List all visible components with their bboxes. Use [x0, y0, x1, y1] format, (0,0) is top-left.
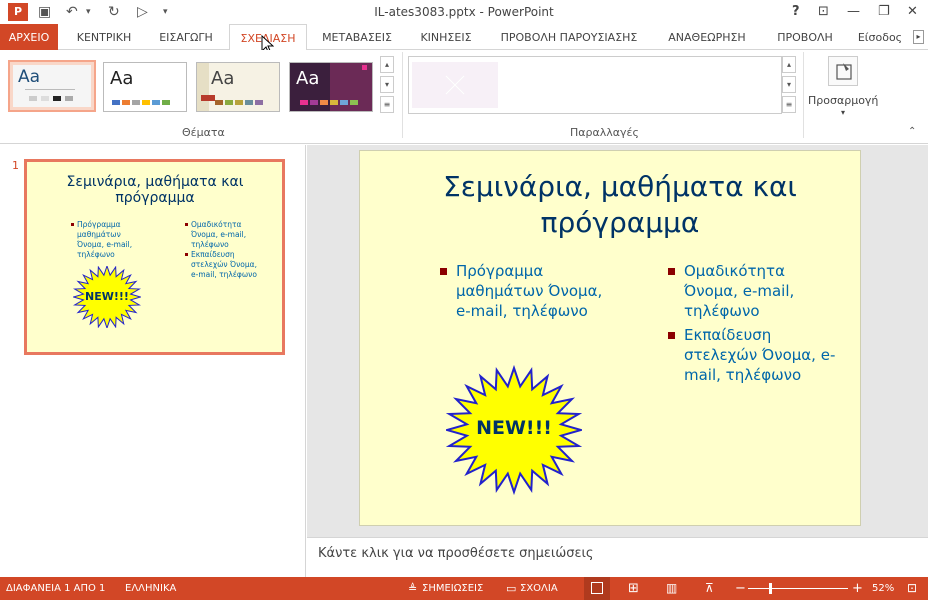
comments-button[interactable]: ΣΧΟΛΙΑ [520, 577, 558, 600]
normal-view-button[interactable] [584, 577, 610, 600]
themes-scroll-up-icon[interactable]: ▴ [380, 56, 394, 73]
right-bullet-list[interactable]: Ομαδικότητα Όνομα, e-mail, τηλέφωνο Εκπα… [668, 261, 838, 385]
zoom-slider-thumb[interactable] [769, 583, 772, 594]
starburst[interactable]: NEW!!! [443, 364, 585, 496]
design-ribbon: Aa Aa Aa Aa ▴ ▾ ≡ Θέματα ▴ ▾ ≡ Παραλλαγέ… [0, 50, 928, 144]
customize-button[interactable]: Προσαρμογή ▾ [808, 54, 878, 118]
thumb-starburst-text: NEW!!! [85, 290, 129, 303]
tab-file[interactable]: ΑΡΧΕΙΟ [0, 24, 58, 50]
starburst-text: NEW!!! [476, 417, 552, 439]
slide-thumbnails-pane: 1 Σεμινάρια, μαθήματα και πρόγραμμα Πρόγ… [0, 145, 306, 577]
bullet-item: Πρόγραμμα μαθημάτων Όνομα, e-mail, τηλέφ… [440, 261, 610, 321]
slide-thumbnail-1[interactable]: Σεμινάρια, μαθήματα και πρόγραμμα Πρόγρα… [24, 159, 285, 355]
bullet-marker-icon [185, 223, 188, 226]
window-title: IL-ates3083.pptx - PowerPoint [374, 5, 554, 19]
theme-thumbnail-office[interactable]: Aa [8, 60, 96, 112]
tab-home[interactable]: ΚΕΝΤΡΙΚΗ [66, 24, 142, 50]
bullet-item: Εκπαίδευση στελεχών Όνομα, e-mail, τηλέφ… [668, 325, 838, 385]
notes-icon[interactable]: ≜ [408, 577, 417, 600]
zoom-slider-track[interactable] [748, 588, 848, 589]
theme-thumbnail-3[interactable]: Aa [196, 62, 280, 112]
ribbon-display-options-icon[interactable]: ⊡ [818, 2, 829, 22]
fit-to-window-icon[interactable]: ⊡ [907, 577, 917, 600]
tab-transitions[interactable]: ΜΕΤΑΒΑΣΕΙΣ [314, 24, 400, 50]
themes-more-icon[interactable]: ≡ [380, 96, 394, 113]
status-bar: ΔΙΑΦΑΝΕΙΑ 1 ΑΠΟ 1 ΕΛΛΗΝΙΚΑ ≜ ΣΗΜΕΙΩΣΕΙΣ … [0, 577, 928, 600]
bullet-marker-icon [185, 253, 188, 256]
slideshow-view-icon[interactable]: ⊼ [705, 577, 714, 600]
slide-number: 1 [12, 159, 19, 172]
customize-icon [828, 56, 858, 86]
group-divider [402, 52, 403, 138]
variants-scroll-down-icon[interactable]: ▾ [782, 76, 796, 93]
normal-view-icon [591, 582, 603, 594]
thumb-bullet-item: Πρόγραμμα μαθημάτων Όνομα, e-mail, τηλέφ… [71, 220, 143, 260]
minimize-icon[interactable]: — [847, 2, 860, 22]
bullet-marker-icon [440, 268, 447, 275]
left-bullet-list[interactable]: Πρόγραμμα μαθημάτων Όνομα, e-mail, τηλέφ… [440, 261, 610, 321]
thumb-bullet-item: Ομαδικότητα Όνομα, e-mail, τηλέφωνο [185, 220, 265, 250]
restore-icon[interactable]: ❐ [878, 2, 890, 22]
reading-view-icon[interactable]: ▥ [666, 577, 677, 600]
variant-thumbnail-blank[interactable] [412, 62, 498, 108]
themes-group-label: Θέματα [182, 126, 225, 139]
slide-title[interactable]: Σεμινάρια, μαθήματα και πρόγραμμα [420, 169, 820, 241]
current-slide[interactable]: Σεμινάρια, μαθήματα και πρόγραμμα Πρόγρα… [359, 150, 861, 526]
bullet-marker-icon [668, 268, 675, 275]
tab-slideshow[interactable]: ΠΡΟΒΟΛΗ ΠΑΡΟΥΣΙΑΣΗΣ [490, 24, 648, 50]
notes-pane[interactable]: Κάντε κλικ για να προσθέσετε σημειώσεις [307, 537, 928, 577]
tab-scroll-icon[interactable]: ▸ [913, 30, 924, 44]
variants-group-label: Παραλλαγές [570, 126, 639, 139]
bullet-marker-icon [71, 223, 74, 226]
notes-button[interactable]: ΣΗΜΕΙΩΣΕΙΣ [422, 577, 483, 600]
thumb-slide-title: Σεμινάρια, μαθήματα και πρόγραμμα [66, 174, 244, 206]
thumb-starburst: NEW!!! [71, 264, 143, 330]
slide-sorter-icon[interactable]: ⊞ [628, 577, 639, 600]
thumb-right-bullets: Ομαδικότητα Όνομα, e-mail, τηλέφωνο Εκπα… [185, 220, 265, 280]
tab-animations[interactable]: ΚΙΝΗΣΕΙΣ [410, 24, 482, 50]
thumb-slide-canvas: Σεμινάρια, μαθήματα και πρόγραμμα Πρόγρα… [27, 162, 282, 352]
slide-count: ΔΙΑΦΑΝΕΙΑ 1 ΑΠΟ 1 [6, 583, 106, 594]
theme-thumbnail-4[interactable]: Aa [289, 62, 373, 112]
variant-placeholder-icon [445, 75, 465, 95]
tab-view[interactable]: ΠΡΟΒΟΛΗ [766, 24, 844, 50]
zoom-level[interactable]: 52% [872, 577, 894, 600]
customize-dropdown-icon: ▾ [840, 108, 845, 117]
title-bar: P ▣ ↶ ▾ ↻ ▷ ▾ IL-ates3083.pptx - PowerPo… [0, 0, 928, 24]
sign-in-link[interactable]: Είσοδος [852, 24, 908, 50]
group-divider [803, 52, 804, 138]
help-icon[interactable]: ? [792, 2, 800, 22]
theme-thumbnail-2[interactable]: Aa [103, 62, 187, 112]
close-icon[interactable]: ✕ [907, 2, 918, 22]
variants-scroll-up-icon[interactable]: ▴ [782, 56, 796, 73]
thumb-left-bullets: Πρόγραμμα μαθημάτων Όνομα, e-mail, τηλέφ… [71, 220, 143, 260]
ribbon-tabs: ΑΡΧΕΙΟ ΚΕΝΤΡΙΚΗ ΕΙΣΑΓΩΓΗ ΣΧΕΔΙΑΣΗ ΜΕΤΑΒΑ… [0, 24, 928, 55]
collapse-ribbon-icon[interactable]: ⌃ [908, 126, 916, 137]
tab-insert[interactable]: ΕΙΣΑΓΩΓΗ [148, 24, 224, 50]
bullet-item: Ομαδικότητα Όνομα, e-mail, τηλέφωνο [668, 261, 838, 321]
tab-review[interactable]: ΑΝΑΘΕΩΡΗΣΗ [656, 24, 758, 50]
thumb-bullet-item: Εκπαίδευση στελεχών Όνομα, e-mail, τηλέφ… [185, 250, 265, 280]
slide-editor-pane: Σεμινάρια, μαθήματα και πρόγραμμα Πρόγρα… [307, 145, 928, 537]
zoom-out-icon[interactable]: − [735, 577, 746, 600]
variants-more-icon[interactable]: ≡ [782, 96, 796, 113]
comments-icon[interactable]: ▭ [506, 577, 516, 600]
language-indicator[interactable]: ΕΛΛΗΝΙΚΑ [125, 577, 176, 600]
bullet-marker-icon [668, 332, 675, 339]
zoom-in-icon[interactable]: + [852, 577, 863, 600]
customize-label: Προσαρμογή [808, 94, 879, 107]
themes-scroll-down-icon[interactable]: ▾ [380, 76, 394, 93]
notes-placeholder: Κάντε κλικ για να προσθέσετε σημειώσεις [318, 546, 594, 561]
variants-gallery [408, 56, 782, 114]
